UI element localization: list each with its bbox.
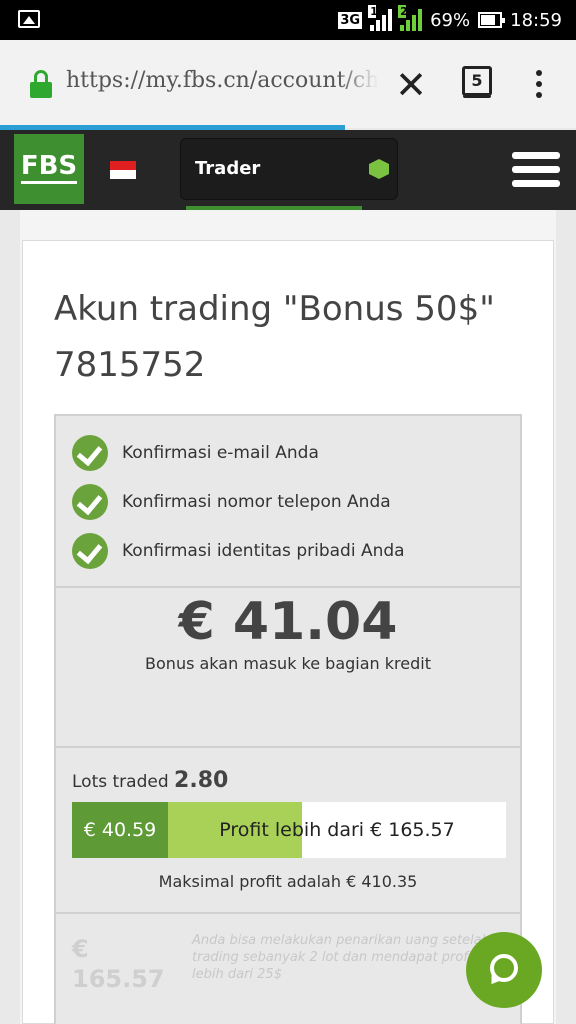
- close-icon[interactable]: ✕: [394, 66, 428, 104]
- fbs-logo[interactable]: FBS: [14, 134, 84, 204]
- withdraw-value: 165.57: [72, 965, 165, 993]
- current-profit: € 40.59: [72, 802, 168, 858]
- withdraw-amount: € 165.57: [72, 934, 165, 994]
- check-circle-icon: [72, 435, 108, 471]
- account-type-select[interactable]: Trader: [180, 138, 398, 200]
- check-circle-icon: [72, 484, 108, 520]
- tab-switcher-button[interactable]: 5: [462, 66, 492, 96]
- lots-traded: Lots traded 2.80: [72, 768, 228, 793]
- lots-label: Lots traded: [72, 772, 169, 792]
- logo-text: FBS: [20, 151, 78, 184]
- browser-toolbar: https://my.fbs.cn/account/change ✕ 5: [0, 40, 576, 128]
- checklist-label: Konfirmasi nomor telepon Anda: [122, 492, 391, 512]
- lots-panel: Lots traded 2.80 € 40.59 Profit lebih da…: [54, 748, 522, 914]
- status-bar-right: 3G 1 2 69% 18:59: [338, 5, 562, 34]
- battery-icon: [478, 12, 506, 28]
- lock-icon[interactable]: [30, 70, 52, 98]
- withdraw-currency: €: [72, 935, 89, 963]
- battery-percent: 69%: [430, 9, 471, 31]
- bonus-note: Bonus akan masuk ke bagian kredit: [145, 654, 431, 673]
- withdraw-panel: € 165.57 Anda bisa melakukan penarikan u…: [54, 914, 522, 1024]
- site-header: FBS Trader: [0, 130, 576, 210]
- check-circle-icon: [72, 533, 108, 569]
- gallery-notification-icon: [18, 10, 40, 28]
- status-bar: 3G 1 2 69% 18:59: [0, 0, 576, 40]
- bonus-panel: € 41.04 Bonus akan masuk ke bagian kredi…: [54, 588, 522, 748]
- sim2-label: 2: [398, 5, 408, 18]
- max-profit: Maksimal profit adalah € 410.35: [158, 872, 418, 891]
- lots-value: 2.80: [174, 768, 229, 793]
- checklist-label: Konfirmasi identitas pribadi Anda: [122, 541, 405, 561]
- checklist-label: Konfirmasi e-mail Anda: [122, 443, 319, 463]
- page-title: Akun trading "Bonus 50$" 7815752: [54, 286, 534, 388]
- sim1-label: 1: [368, 5, 378, 18]
- account-number: 7815752: [54, 345, 206, 385]
- clock: 18:59: [510, 9, 562, 31]
- network-type: 3G: [338, 11, 363, 29]
- profit-target: Profit lebih dari € 165.57: [219, 819, 455, 841]
- sim2-signal-icon: 2: [398, 5, 423, 31]
- hamburger-menu-icon[interactable]: [512, 152, 560, 192]
- cube-icon: [369, 159, 389, 179]
- bonus-amount: € 41.04: [178, 592, 398, 652]
- profit-progress-bar: € 40.59 Profit lebih dari € 165.57: [72, 802, 506, 858]
- account-type-label: Trader: [195, 158, 261, 179]
- sim1-signal-icon: 1: [368, 5, 393, 31]
- chat-button[interactable]: [466, 932, 542, 1008]
- url-field[interactable]: https://my.fbs.cn/account/change: [66, 68, 378, 93]
- withdraw-note: Anda bisa melakukan penarikan uang setel…: [192, 933, 490, 982]
- account-title: Akun trading "Bonus 50$": [54, 289, 495, 329]
- checklist-item: Konfirmasi identitas pribadi Anda: [72, 532, 405, 570]
- checklist-item: Konfirmasi nomor telepon Anda: [72, 483, 391, 521]
- indonesia-flag-icon[interactable]: [110, 161, 136, 179]
- verification-checklist: Konfirmasi e-mail Anda Konfirmasi nomor …: [54, 414, 522, 588]
- more-vert-icon[interactable]: [536, 70, 544, 100]
- checklist-item: Konfirmasi e-mail Anda: [72, 434, 319, 472]
